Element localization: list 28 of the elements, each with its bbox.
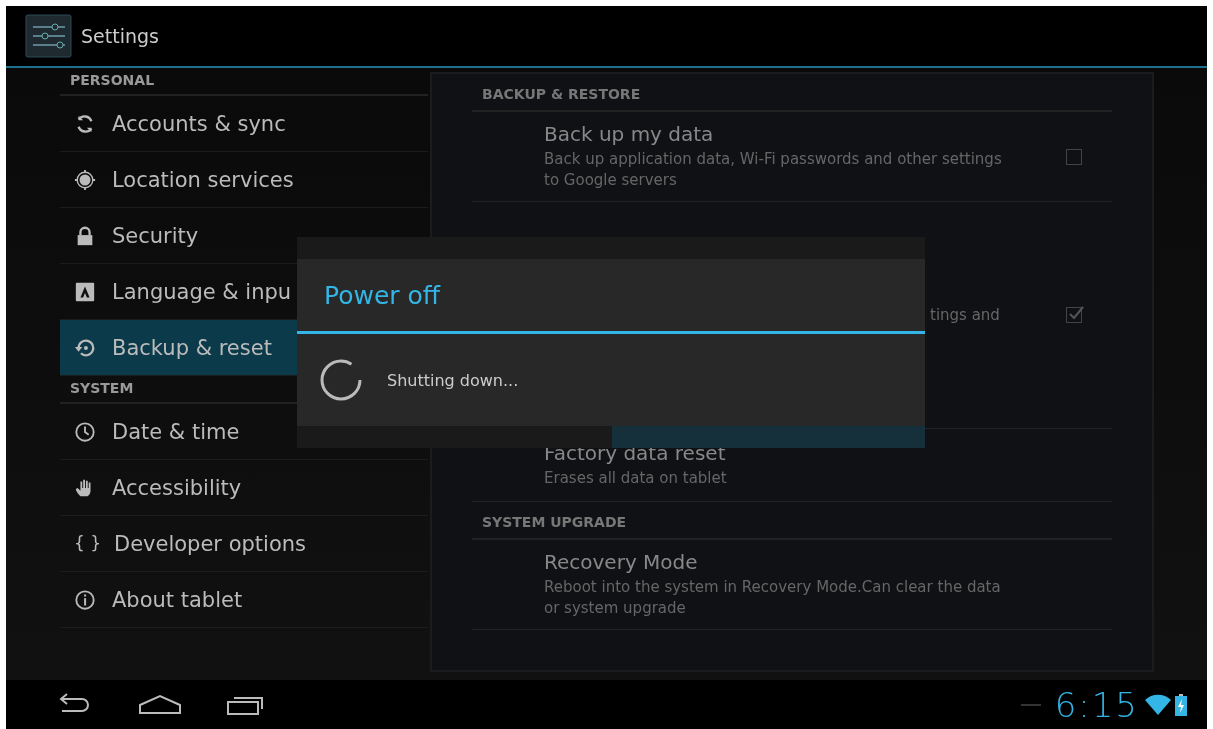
keyboard-letter-icon (74, 280, 96, 303)
braces-icon: { } (74, 532, 98, 555)
checkbox[interactable] (1066, 307, 1082, 323)
section-header: BACKUP & RESTORE (472, 74, 1112, 112)
settings-menu-item[interactable]: Accounts & sync (60, 96, 428, 152)
battery-icon (1175, 693, 1187, 716)
section-header: SYSTEM UPGRADE (472, 502, 1112, 540)
settings-menu-item[interactable]: About tablet (60, 572, 428, 628)
setting-title: Back up my data (544, 122, 715, 146)
setting-summary: Reboot into the system in Recovery Mode.Can clear the data or system upgrade (544, 577, 1002, 619)
setting-summary: Back up application data, Wi-Fi passwords and other settings to Google servers (544, 149, 1003, 191)
setting-summary: Erases all data on tablet (544, 468, 728, 489)
location-icon (74, 168, 96, 191)
checkbox[interactable] (1066, 148, 1082, 165)
section-header: PERSONAL (60, 68, 428, 96)
settings-sliders-icon[interactable] (25, 14, 72, 58)
clock-icon (74, 420, 96, 443)
info-icon (74, 588, 96, 611)
settings-menu-item[interactable]: Accessibility (60, 460, 428, 516)
setting-title: Recovery Mode (544, 550, 699, 574)
setting-summary: tings and (930, 304, 1001, 326)
app-title: Settings (81, 25, 159, 47)
settings-menu-item[interactable]: Location services (60, 152, 428, 208)
home-icon[interactable] (138, 692, 182, 717)
spinner-icon (319, 358, 363, 402)
clock-time[interactable]: 6:15 (1054, 684, 1139, 725)
settings-menu-item[interactable]: { } Developer options (60, 516, 428, 572)
wifi-icon (1145, 693, 1171, 716)
